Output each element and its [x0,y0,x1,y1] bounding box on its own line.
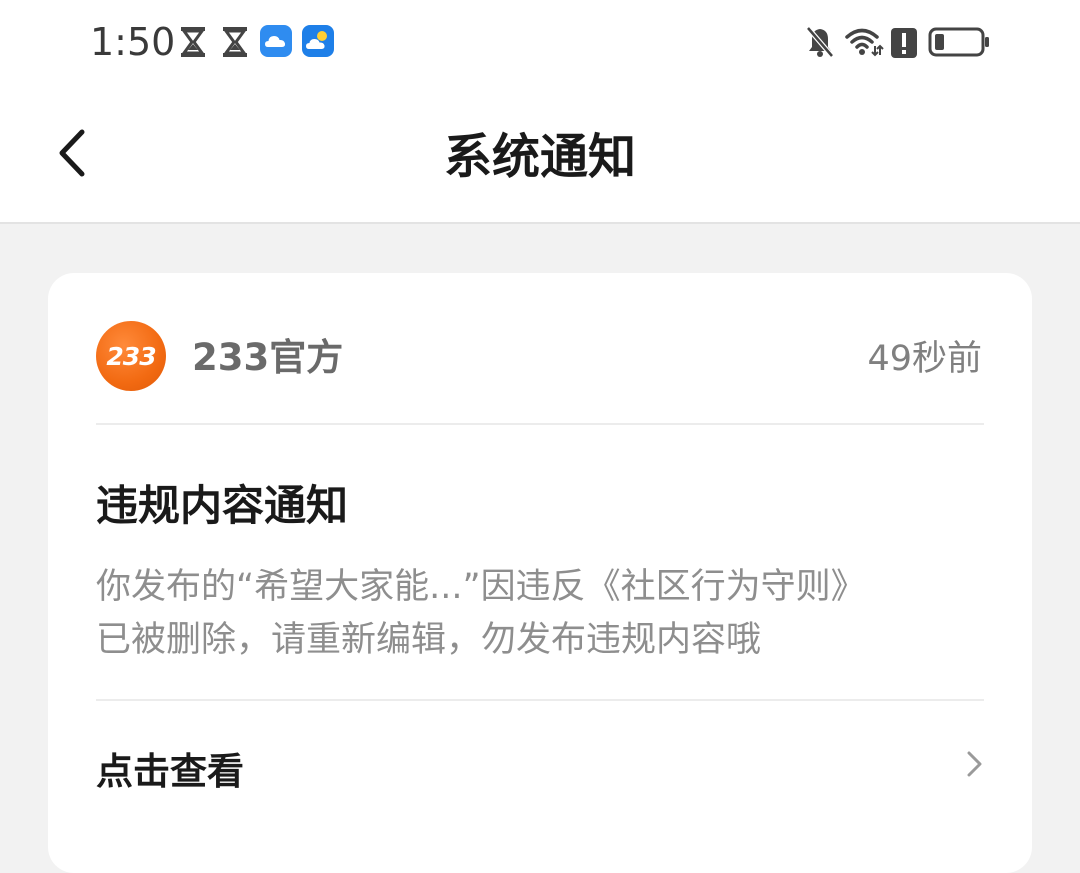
chevron-right-icon [967,751,982,777]
divider [96,699,984,701]
notification-body-line: 已被删除，请重新编辑，勿发布违规内容哦 [96,620,762,660]
sender-name[interactable]: 233官方 [192,335,343,381]
hourglass-icon [181,27,205,57]
notification-body: 你发布的“希望大家能...”因违反《社区行为守则》 已被删除，请重新编辑，勿发布… [96,561,984,667]
view-details-button[interactable]: 点击查看 [96,703,984,843]
notification-title: 违规内容通知 [96,481,349,530]
alert-icon [891,28,917,58]
avatar[interactable]: 233 [96,321,166,391]
top-bar: 1:50 系统通知 [0,0,1080,224]
notification-body-line: 你发布的“希望大家能...”因违反《社区行为守则》 [96,567,866,607]
battery-icon [928,27,989,57]
weather-app-icon [302,25,334,57]
status-bar: 1:50 [0,0,1080,84]
view-details-label: 点击查看 [96,750,244,793]
notification-card: 233 233官方 49秒前 违规内容通知 你发布的“希望大家能...”因违反《… [48,273,1032,873]
cloud-app-icon [260,25,292,57]
status-time: 1:50 [90,20,176,64]
timestamp: 49秒前 [867,339,982,379]
notification-header: 233 233官方 49秒前 [96,273,984,425]
bell-muted-icon [806,26,834,58]
wifi-icon [845,28,884,57]
hourglass-icon [223,27,247,57]
avatar-text: 233 [106,341,156,371]
page-title: 系统通知 [443,129,636,185]
